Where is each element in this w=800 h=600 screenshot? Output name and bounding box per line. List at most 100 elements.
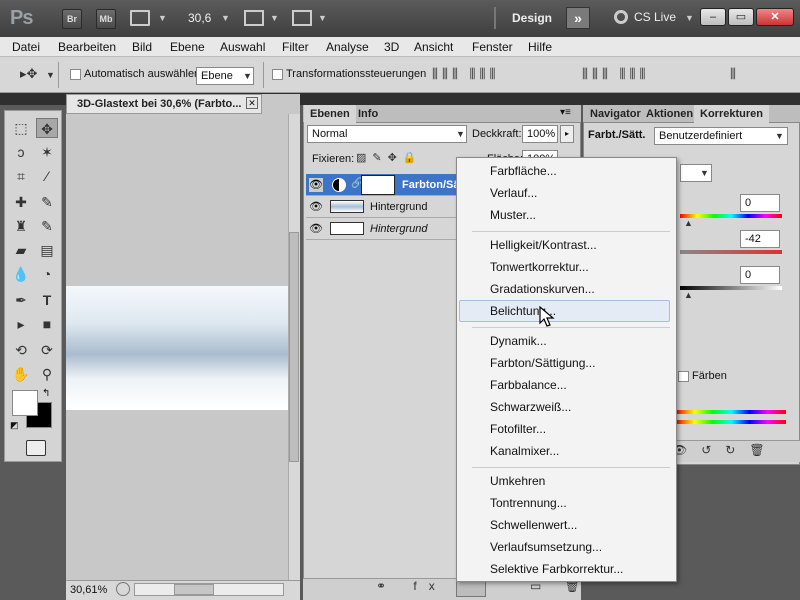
chevron-down-icon[interactable]: ▼ [685, 13, 694, 23]
pen-tool-icon[interactable]: ✒ [10, 290, 32, 310]
menu-datei[interactable]: Datei [12, 40, 40, 54]
menu-ansicht[interactable]: Ansicht [414, 40, 453, 54]
auto-align-icon[interactable]: ⫼ [730, 66, 736, 82]
menu-item-farbbalance[interactable]: Farbbalance... [490, 378, 567, 392]
3d-rotate-icon[interactable]: ⟲ [10, 340, 32, 360]
layer-mask-thumbnail[interactable] [361, 175, 395, 195]
screen-mode-icon[interactable] [292, 10, 312, 26]
preset-select[interactable]: Benutzerdefiniert [654, 127, 788, 145]
gradient-tool-icon[interactable]: ▤ [36, 240, 58, 260]
healing-brush-icon[interactable]: ✚ [10, 192, 32, 212]
menu-ebene[interactable]: Ebene [170, 40, 205, 54]
bridge-button[interactable]: Br [62, 9, 82, 29]
tab-ebenen[interactable]: Ebenen [304, 105, 356, 123]
eyedropper-icon[interactable]: ⁄ [36, 166, 58, 186]
eye-icon[interactable]: 👁 [309, 222, 323, 235]
canvas-image[interactable] [66, 286, 288, 410]
chevron-down-icon[interactable]: ▼ [221, 13, 230, 23]
brush-tool-icon[interactable]: ✎ [36, 192, 58, 212]
zoom-tool-icon[interactable]: ⚲ [36, 364, 58, 384]
restore-button[interactable]: ▭ [728, 8, 754, 26]
marquee-tool-icon[interactable]: ⬚ [10, 118, 32, 138]
lightness-slider-track[interactable] [680, 286, 782, 290]
close-button[interactable]: ✕ [756, 8, 794, 26]
default-colors-icon[interactable]: ◩ [10, 420, 19, 431]
menu-item-gradationskurven[interactable]: Gradationskurven... [490, 282, 595, 296]
eye-icon[interactable]: 👁 [309, 178, 323, 192]
menu-item-helligkeit-kontrast[interactable]: Helligkeit/Kontrast... [490, 238, 597, 252]
align-icons[interactable]: ⫼⫼⫼ ⫼⫼⫼ [432, 66, 500, 82]
tab-info[interactable]: Info [352, 105, 384, 123]
distribute-icons[interactable]: ⫼⫼⫼ ⫼⫼⫼ [582, 66, 650, 82]
menu-bearbeiten[interactable]: Bearbeiten [58, 40, 116, 54]
tab-korrekturen[interactable]: Korrekturen [694, 105, 769, 123]
menu-item-fotofilter[interactable]: Fotofilter... [490, 422, 546, 436]
scrollbar-thumb[interactable] [289, 232, 299, 462]
hue-input[interactable]: 0 [740, 194, 780, 212]
panel-menu-icon[interactable]: ▾≡ [560, 107, 571, 118]
type-tool-icon[interactable]: T [36, 290, 58, 310]
menu-filter[interactable]: Filter [282, 40, 309, 54]
tab-navigator[interactable]: Navigator [584, 105, 647, 123]
menu-analyse[interactable]: Analyse [326, 40, 369, 54]
menu-item-schwarzweiss[interactable]: Schwarzweiß... [490, 400, 571, 414]
menu-item-umkehren[interactable]: Umkehren [490, 474, 545, 488]
layer-name[interactable]: Farbton/Sä [402, 179, 459, 191]
hue-slider-track[interactable] [680, 214, 782, 218]
crop-tool-icon[interactable]: ⌗ [10, 166, 32, 186]
opacity-input[interactable]: 100% [522, 125, 558, 143]
magic-wand-icon[interactable]: ✶ [36, 142, 58, 162]
blur-tool-icon[interactable]: 💧 [10, 264, 32, 284]
quick-mask-icon[interactable] [26, 440, 46, 456]
adjustment-footer-icons[interactable]: 👁↺↻🗑 [672, 443, 779, 457]
workspace-name[interactable]: Design [512, 11, 552, 25]
lock-icons[interactable]: ▨✎✥🔒 [356, 151, 423, 164]
close-document-icon[interactable]: ✕ [246, 97, 258, 109]
shape-tool-icon[interactable]: ■ [36, 314, 58, 334]
menu-item-schwellenwert[interactable]: Schwellenwert... [490, 518, 577, 532]
history-brush-icon[interactable]: ✎ [36, 216, 58, 236]
mini-bridge-button[interactable]: Mb [96, 9, 116, 29]
film-strip-icon[interactable] [130, 10, 150, 26]
move-tool-icon[interactable]: ✥ [36, 118, 58, 138]
eraser-tool-icon[interactable]: ▰ [10, 240, 32, 260]
transform-controls-checkbox[interactable] [272, 69, 283, 80]
swap-colors-icon[interactable]: ↰ [42, 388, 50, 399]
menu-item-farbton-saettigung[interactable]: Farbton/Sättigung... [490, 356, 595, 370]
lightness-slider-handle[interactable]: ▲ [684, 290, 693, 300]
saturation-slider-track[interactable] [680, 250, 782, 254]
menu-fenster[interactable]: Fenster [472, 40, 513, 54]
menu-item-dynamik[interactable]: Dynamik... [490, 334, 547, 348]
document-tab[interactable]: 3D-Glastext bei 30,6% (Farbto... [66, 94, 262, 114]
move-tool-icon[interactable]: ▸✥ [20, 66, 37, 82]
tab-aktionen[interactable]: Aktionen [640, 105, 699, 123]
workspace-expand-button[interactable]: » [566, 7, 590, 29]
path-selection-icon[interactable]: ▸ [10, 314, 32, 334]
blend-mode-select[interactable]: Normal [307, 125, 467, 143]
minimize-button[interactable]: – [700, 8, 726, 26]
arrange-documents-icon[interactable] [244, 10, 264, 26]
hue-slider-handle[interactable]: ▲ [684, 218, 693, 228]
menu-item-farbflaeche[interactable]: Farbfläche... [490, 164, 557, 178]
menu-item-tonwertkorrektur[interactable]: Tonwertkorrektur... [490, 260, 589, 274]
menu-3d[interactable]: 3D [384, 40, 399, 54]
menu-hilfe[interactable]: Hilfe [528, 40, 552, 54]
dodge-tool-icon[interactable]: ◔ [36, 264, 58, 284]
chevron-down-icon[interactable]: ▼ [158, 13, 167, 23]
menu-item-muster[interactable]: Muster... [490, 208, 536, 222]
stamp-tool-icon[interactable]: ♜ [10, 216, 32, 236]
menu-item-kanalmixer[interactable]: Kanalmixer... [490, 444, 559, 458]
menu-auswahl[interactable]: Auswahl [220, 40, 265, 54]
lightness-input[interactable]: 0 [740, 266, 780, 284]
auto-select-checkbox[interactable] [70, 69, 81, 80]
new-adjustment-layer-button[interactable] [456, 580, 486, 597]
saturation-input[interactable]: -42 [740, 230, 780, 248]
colorize-checkbox[interactable] [678, 371, 689, 382]
menu-item-selektive-farbkorrektur[interactable]: Selektive Farbkorrektur... [490, 562, 623, 576]
menu-item-tontrennung[interactable]: Tontrennung... [490, 496, 567, 510]
eye-icon[interactable]: 👁 [309, 200, 323, 213]
foreground-color-swatch-top[interactable] [12, 390, 38, 416]
menu-bild[interactable]: Bild [132, 40, 152, 54]
chevron-down-icon[interactable]: ▼ [270, 13, 279, 23]
chevron-down-icon[interactable]: ▼ [46, 70, 55, 80]
